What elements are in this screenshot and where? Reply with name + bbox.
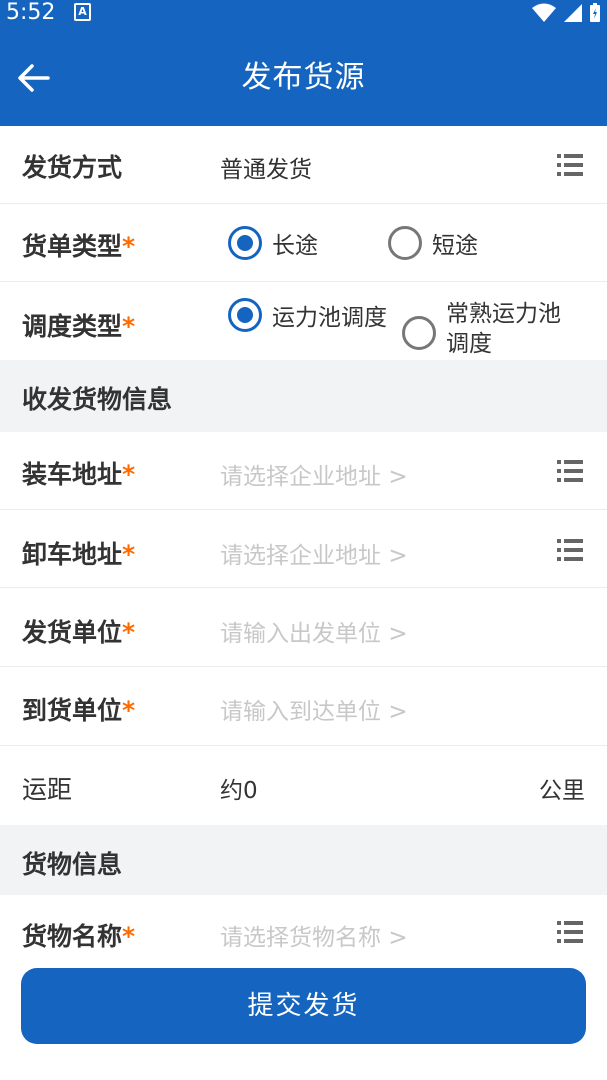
radio-changshu-pool-dispatch[interactable]: 常熟运力池调度	[402, 301, 576, 359]
radio-label: 运力池调度	[272, 305, 387, 331]
status-bar: 5:52 A	[0, 0, 607, 26]
list-icon[interactable]	[557, 153, 583, 177]
app-bar: 5:52 A 发布货源	[0, 0, 607, 126]
order-type-label: 货单类型*	[22, 232, 136, 261]
signal-icon	[564, 4, 582, 22]
radio-unchecked-icon	[402, 316, 436, 350]
wifi-icon	[532, 3, 556, 22]
load-address-label: 装车地址*	[22, 460, 136, 489]
radio-checked-icon	[228, 226, 262, 260]
cargo-name-label: 货物名称*	[22, 922, 136, 951]
radio-label: 长途	[272, 233, 318, 259]
status-icons	[531, 2, 601, 24]
chevron-right-icon: >	[388, 699, 408, 725]
dispatch-type-label: 调度类型*	[22, 312, 136, 341]
arrive-unit-input[interactable]: 请输入到达单位 >	[220, 692, 408, 726]
section-title: 货物信息	[22, 850, 123, 879]
distance-unit: 公里	[539, 778, 585, 804]
load-address-placeholder[interactable]: 请选择企业地址 >	[220, 457, 408, 491]
header: 发布货源	[0, 40, 607, 120]
distance-value: 约0	[220, 778, 258, 804]
load-address-row[interactable]: 装车地址* 请选择企业地址 >	[0, 432, 607, 510]
ship-method-row[interactable]: 发货方式 普通发货	[0, 126, 607, 204]
cargo-name-placeholder[interactable]: 请选择货物名称 >	[220, 918, 408, 952]
radio-pool-dispatch[interactable]: 运力池调度	[228, 298, 387, 332]
section-header-cargo: 货物信息	[0, 825, 607, 895]
arrive-unit-label: 到货单位*	[22, 696, 136, 725]
radio-label: 常熟运力池调度	[446, 301, 561, 357]
ship-method-label: 发货方式	[22, 153, 123, 182]
arrive-unit-row[interactable]: 到货单位* 请输入到达单位 >	[0, 667, 607, 746]
battery-icon	[590, 3, 600, 22]
section-header-cargo-io: 收发货物信息	[0, 360, 607, 432]
radio-label: 短途	[432, 233, 478, 259]
unload-address-label: 卸车地址*	[22, 540, 136, 569]
dispatch-type-row: 调度类型* 运力池调度 常熟运力池调度	[0, 282, 607, 360]
order-type-row: 货单类型* 长途 短途	[0, 204, 607, 282]
radio-unchecked-icon	[388, 226, 422, 260]
ship-method-value: 普通发货	[220, 157, 312, 183]
ship-unit-row[interactable]: 发货单位* 请输入出发单位 >	[0, 588, 607, 667]
distance-row: 运距 约0 公里	[0, 746, 607, 825]
radio-short-distance[interactable]: 短途	[388, 226, 478, 260]
unload-address-placeholder[interactable]: 请选择企业地址 >	[220, 536, 408, 570]
chevron-right-icon: >	[388, 925, 408, 951]
notification-icon: A	[74, 3, 91, 21]
chevron-right-icon: >	[388, 621, 408, 647]
radio-checked-icon	[228, 298, 262, 332]
page-title: 发布货源	[241, 60, 366, 95]
list-icon[interactable]	[557, 459, 583, 483]
chevron-right-icon: >	[388, 543, 408, 569]
unload-address-row[interactable]: 卸车地址* 请选择企业地址 >	[0, 510, 607, 588]
distance-label: 运距	[22, 775, 73, 804]
list-icon[interactable]	[557, 920, 583, 944]
ship-unit-input[interactable]: 请输入出发单位 >	[220, 614, 408, 648]
submit-button[interactable]: 提交发货	[21, 968, 586, 1044]
section-title: 收发货物信息	[22, 385, 173, 414]
cargo-name-row[interactable]: 货物名称* 请选择货物名称 >	[0, 895, 607, 975]
chevron-right-icon: >	[388, 464, 408, 490]
radio-long-distance[interactable]: 长途	[228, 226, 318, 260]
status-time: 5:52	[6, 0, 56, 25]
ship-unit-label: 发货单位*	[22, 618, 136, 647]
list-icon[interactable]	[557, 538, 583, 562]
